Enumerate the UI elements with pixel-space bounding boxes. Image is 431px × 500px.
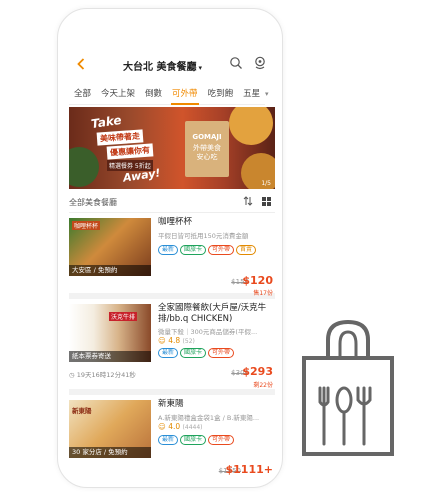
tag-travel-card: 國旅卡 [180,348,207,358]
deal-image-sign: 咖哩杯杯 [72,221,101,230]
deal-tags: 最新 國旅卡 可外帶 [158,435,235,445]
list-item[interactable]: 咖哩杯杯 大安區 / 免預約 咖哩杯杯 平假日皆可抵用150元消費金額 最新 國… [69,213,275,299]
deal-image: 沃克牛排 紙本票券寄送 [69,304,151,362]
tag-new: 最新 [158,435,179,445]
tab-today[interactable]: 今天上架 [96,83,140,105]
deal-description: 平假日皆可抵用150元消費金額 [158,232,249,240]
banner-page-index: 1/5 [261,180,271,187]
app-header: 大台北 美食餐廳 ▾ [69,49,275,83]
tag-travel-card: 國旅卡 [180,245,207,255]
tag-takeout: 可外帶 [208,348,235,358]
tab-buffet[interactable]: 吃到飽 [203,83,239,105]
rating-count: (4444) [182,424,203,431]
food-photo [229,107,273,145]
deal-description: 微量下殺｜300元商品儲券(平假... [158,328,258,336]
tag-takeout: 可外帶 [208,245,235,255]
rating-count: (52) [182,338,195,345]
tag-travel-card: 國旅卡 [180,435,207,445]
tabs-more-icon[interactable]: ▾ [265,83,275,105]
banner-bag-text: 外帶美食 安心吃 [193,144,221,161]
grid-view-icon[interactable] [262,197,271,206]
countdown-text: 19天16時12分41秒 [76,371,136,379]
shopping-bag-utensils-icon [302,319,394,456]
deal-image-caption: 紙本票券寄送 [69,351,151,362]
banner-headline-1: 美味帶著走 [96,129,144,146]
deal-tags: 最新 國旅卡 可外帶 首賣 [158,245,257,255]
list-item[interactable]: 沃克牛排 紙本票券寄送 全家國際餐飲(大戶屋/沃克牛排/bb.q CHICKEN… [69,299,275,395]
banner-take-text: Take [90,112,123,132]
search-icon[interactable] [229,56,243,70]
deal-image-caption: 大安區 / 免預約 [69,265,151,276]
countdown-timer: ◷ 19天16時12分41秒 [69,369,136,379]
banner-brand: GOMAJI [192,133,222,141]
deal-rating: ☺ 4.0 (4444) [158,422,203,431]
back-button[interactable] [77,55,85,74]
deal-image-sign: 沃克牛排 [109,312,138,321]
banner-headline-2: 優惠讓你有 [106,143,154,160]
tab-takeout[interactable]: 可外帶 [167,83,203,105]
tag-first-sale: 首賣 [236,245,257,255]
deal-price: $120 [242,274,273,287]
list-item[interactable]: 新東陽 30 家分店 / 免預約 新東陽 A.新東陽禮盒金袋1盒 / B.新東陽… [69,395,275,481]
smile-icon: ☺ [158,422,166,431]
rating-value: 4.0 [168,422,181,431]
location-title[interactable]: 大台北 美食餐廳 ▾ [123,58,202,73]
deal-name: 咖哩杯杯 [158,217,193,227]
food-photo [69,147,99,187]
category-tabs: 全部 今天上架 倒數 可外帶 吃到飽 五星 ▾ [69,83,275,105]
remaining-count: 剩22份 [253,382,273,389]
location-title-text[interactable]: 大台北 美食餐廳 [123,62,196,73]
deal-image-caption: 30 家分店 / 免預約 [69,447,151,458]
smile-icon: ☺ [158,336,166,345]
deal-tags: 最新 國旅卡 可外帶 [158,348,235,358]
list-header: 全部美食餐廳 [69,191,275,213]
tag-new: 最新 [158,348,179,358]
caret-down-icon[interactable]: ▾ [198,64,202,72]
deal-rating: ☺ 4.8 (52) [158,336,195,345]
clock-icon: ◷ [69,371,75,379]
tab-five-star[interactable]: 五星 [238,83,265,105]
tag-new: 最新 [158,245,179,255]
deal-image-sign: 新東陽 [72,407,92,415]
location-pin-icon[interactable] [253,56,267,70]
deal-price: $293 [242,365,273,378]
tab-all[interactable]: 全部 [69,83,96,105]
promo-banner[interactable]: Take 美味帶著走 優惠讓你有 精選餐券 5折起 Away! GOMAJI 外… [69,107,275,189]
deal-name: 全家國際餐飲(大戶屋/沃克牛排/bb.q CHICKEN) [158,303,267,324]
sold-count: 售17份 [253,290,273,297]
tag-takeout: 可外帶 [208,435,235,445]
list-header-label: 全部美食餐廳 [69,198,117,207]
sort-icon[interactable] [243,196,253,206]
rating-value: 4.8 [168,336,181,345]
chevron-left-icon [77,58,85,70]
deal-image: 咖哩杯杯 大安區 / 免預約 [69,218,151,276]
phone-frame: 大台北 美食餐廳 ▾ 全部 今天上架 倒數 可外帶 吃到飽 五星 ▾ Take 美… [57,8,283,488]
tab-countdown[interactable]: 倒數 [140,83,167,105]
deal-price: $1111+ [225,463,274,476]
deal-name: 新東陽 [158,399,184,409]
app-screen: 大台北 美食餐廳 ▾ 全部 今天上架 倒數 可外帶 吃到飽 五星 ▾ Take 美… [69,49,275,481]
deal-image: 新東陽 30 家分店 / 免預約 [69,400,151,458]
deal-description: A.新東陽禮盒金袋1盒 / B.新東陽... [158,414,260,422]
